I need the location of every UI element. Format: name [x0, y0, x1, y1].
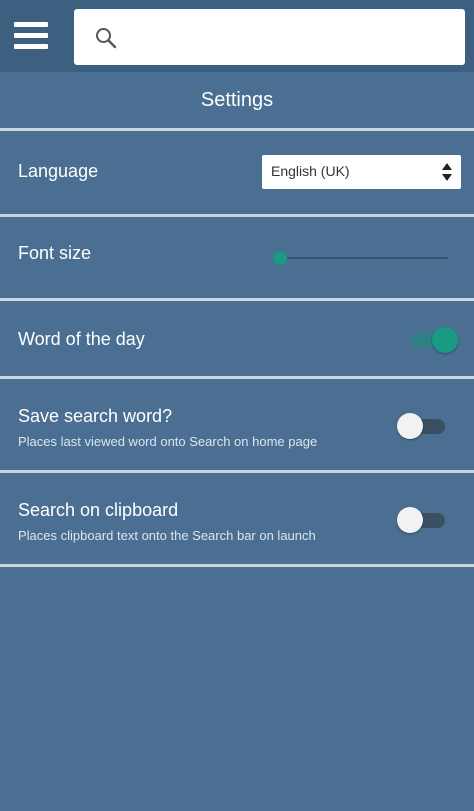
- search-icon: [96, 28, 117, 49]
- page-title: Settings: [200, 88, 274, 111]
- divider: [0, 128, 474, 131]
- language-selected-value: English (UK): [271, 163, 350, 179]
- toggle-knob: [432, 327, 458, 353]
- search-on-clipboard-toggle[interactable]: [397, 505, 451, 535]
- toggle-knob: [397, 413, 423, 439]
- search-input[interactable]: [130, 17, 454, 59]
- divider: [0, 470, 474, 473]
- search-box[interactable]: [74, 9, 465, 65]
- save-search-word-toggle[interactable]: [397, 411, 451, 441]
- search-on-clipboard-description: Places clipboard text onto the Search ba…: [18, 528, 316, 543]
- word-of-the-day-label: Word of the day: [18, 329, 145, 349]
- top-app-bar: [0, 0, 474, 72]
- select-arrows-icon: [442, 163, 452, 181]
- divider: [0, 214, 474, 217]
- toggle-knob: [397, 507, 423, 533]
- language-label: Language: [18, 161, 99, 181]
- font-size-label: Font size: [18, 243, 92, 263]
- divider: [0, 298, 474, 301]
- save-search-word-label: Save search word?: [18, 406, 173, 426]
- hamburger-menu-icon: [14, 22, 48, 50]
- word-of-the-day-toggle[interactable]: [404, 325, 458, 355]
- divider: [0, 376, 474, 379]
- save-search-word-description: Places last viewed word onto Search on h…: [18, 434, 318, 449]
- font-size-slider[interactable]: [272, 247, 452, 269]
- menu-button[interactable]: [0, 0, 62, 72]
- divider: [0, 564, 474, 567]
- language-select[interactable]: English (UK): [262, 155, 461, 189]
- search-on-clipboard-label: Search on clipboard: [18, 500, 179, 520]
- slider-thumb[interactable]: [273, 251, 287, 265]
- slider-track: [280, 257, 448, 259]
